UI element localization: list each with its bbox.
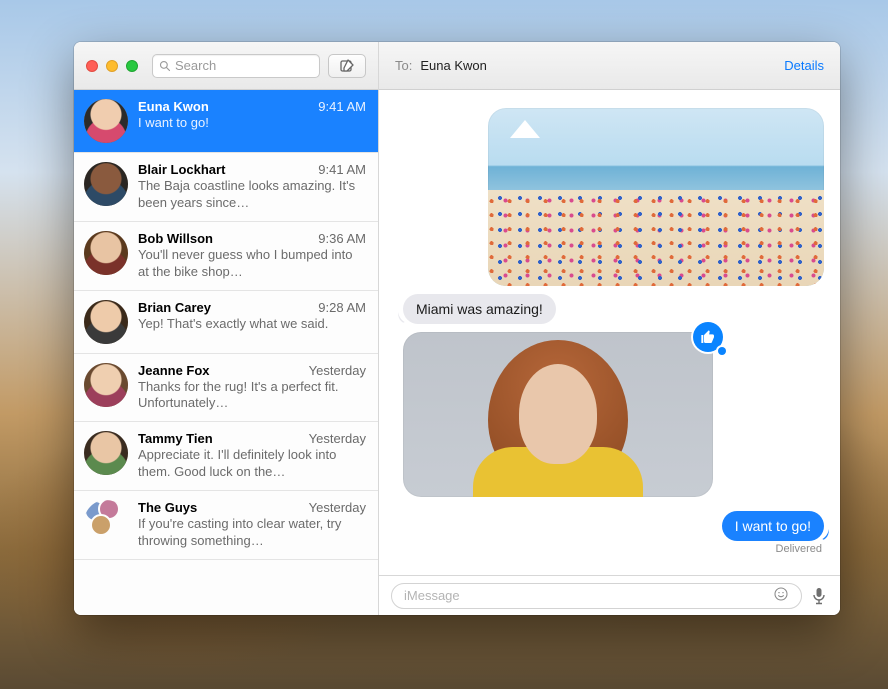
titlebar: Search	[74, 42, 378, 90]
conversation-item[interactable]: Tammy Tien Yesterday Appreciate it. I'll…	[74, 422, 378, 491]
close-window-button[interactable]	[86, 60, 98, 72]
avatar	[84, 99, 128, 143]
conversation-item[interactable]: Blair Lockhart 9:41 AM The Baja coastlin…	[74, 153, 378, 222]
message-in: Miami was amazing!	[403, 294, 824, 324]
conversation-time: 9:41 AM	[310, 162, 366, 177]
message-bubble[interactable]: Miami was amazing!	[403, 294, 556, 324]
conversation-item[interactable]: Jeanne Fox Yesterday Thanks for the rug!…	[74, 354, 378, 423]
conversation-header: To: Euna Kwon Details	[379, 42, 840, 90]
message-bubble[interactable]: I want to go!	[722, 511, 824, 541]
emoji-picker-icon[interactable]	[773, 586, 789, 605]
conversation-list: Euna Kwon 9:41 AM I want to go! Blair Lo…	[74, 90, 378, 615]
zoom-window-button[interactable]	[126, 60, 138, 72]
details-button[interactable]: Details	[784, 58, 824, 73]
conversation-name: Bob Willson	[138, 231, 213, 246]
conversation-name: Euna Kwon	[138, 99, 209, 114]
conversation-time: 9:41 AM	[310, 99, 366, 114]
conversation-item[interactable]: Bob Willson 9:36 AM You'll never guess w…	[74, 222, 378, 291]
message-input-placeholder: iMessage	[404, 588, 460, 603]
messages-window: Search Euna Kwon 9:41 AM I want to go!	[74, 42, 840, 615]
avatar	[84, 231, 128, 275]
conversation-preview: Appreciate it. I'll definitely look into…	[138, 447, 366, 481]
avatar	[84, 431, 128, 475]
conversation-time: Yesterday	[301, 363, 366, 378]
conversation-time: Yesterday	[301, 500, 366, 515]
avatar	[84, 162, 128, 206]
window-controls	[86, 60, 138, 72]
to-name: Euna Kwon	[420, 58, 487, 73]
avatar	[84, 300, 128, 344]
conversation-time: Yesterday	[301, 431, 366, 446]
main-panel: To: Euna Kwon Details Miami was amazing!	[379, 42, 840, 615]
composer: iMessage	[379, 575, 840, 615]
conversation-preview: I want to go!	[138, 115, 366, 132]
conversation-preview: You'll never guess who I bumped into at …	[138, 247, 366, 281]
minimize-window-button[interactable]	[106, 60, 118, 72]
image-attachment[interactable]	[488, 108, 824, 286]
compose-icon	[339, 58, 355, 74]
search-placeholder: Search	[175, 58, 216, 73]
sidebar: Search Euna Kwon 9:41 AM I want to go!	[74, 42, 379, 615]
reaction-thumbs-up-icon[interactable]	[693, 322, 723, 352]
search-icon	[159, 60, 171, 72]
conversation-name: The Guys	[138, 500, 197, 515]
conversation-preview: Yep! That's exactly what we said.	[138, 316, 366, 333]
conversation-time: 9:36 AM	[310, 231, 366, 246]
avatar	[84, 363, 128, 407]
message-thread[interactable]: Miami was amazing! I want to go! Deliver…	[379, 90, 840, 575]
message-out: I want to go! Delivered	[403, 511, 824, 555]
message-image-out[interactable]	[403, 108, 824, 286]
conversation-item[interactable]: Euna Kwon 9:41 AM I want to go!	[74, 90, 378, 153]
message-image-in[interactable]	[403, 332, 824, 497]
dictation-icon[interactable]	[810, 587, 828, 605]
search-input[interactable]: Search	[152, 54, 320, 78]
conversation-name: Jeanne Fox	[138, 363, 210, 378]
delivery-status: Delivered	[722, 543, 824, 555]
message-input[interactable]: iMessage	[391, 583, 802, 609]
conversation-preview: Thanks for the rug! It's a perfect fit. …	[138, 379, 366, 413]
image-attachment[interactable]	[403, 332, 713, 497]
compose-button[interactable]	[328, 54, 366, 78]
conversation-item[interactable]: The Guys Yesterday If you're casting int…	[74, 491, 378, 560]
to-label: To:	[395, 58, 412, 73]
conversation-preview: If you're casting into clear water, try …	[138, 516, 366, 550]
conversation-item[interactable]: Brian Carey 9:28 AM Yep! That's exactly …	[74, 291, 378, 354]
conversation-name: Brian Carey	[138, 300, 211, 315]
conversation-name: Tammy Tien	[138, 431, 213, 446]
avatar-group	[84, 500, 128, 544]
conversation-time: 9:28 AM	[310, 300, 366, 315]
conversation-name: Blair Lockhart	[138, 162, 225, 177]
conversation-preview: The Baja coastline looks amazing. It's b…	[138, 178, 366, 212]
